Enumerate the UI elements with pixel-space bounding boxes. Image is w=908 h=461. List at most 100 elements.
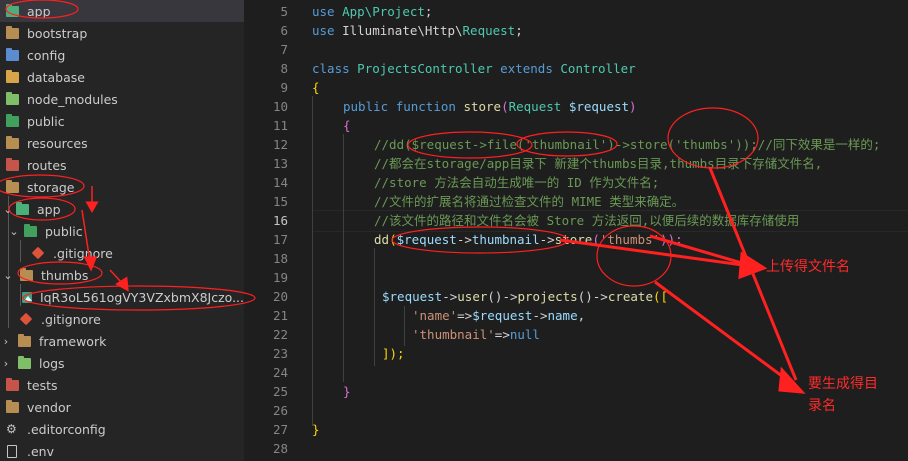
tree-item-gitignore[interactable]: .gitignore (0, 308, 244, 330)
git-icon (31, 246, 45, 260)
tree-item-storage-app-public[interactable]: ⌄ public (0, 220, 244, 242)
chevron-down-icon: ⌄ (9, 224, 19, 238)
tree-item-logs[interactable]: › logs (0, 352, 244, 374)
line-number: 18 (272, 251, 288, 266)
folder-app-icon (16, 201, 29, 215)
folder-node-icon (6, 91, 19, 105)
tree-item-routes[interactable]: routes (0, 154, 244, 176)
tree-item-label: node_modules (27, 91, 118, 107)
tree-item-thumbs[interactable]: ⌄ thumbs (0, 264, 244, 286)
annotation-label-upload: 上传得文件名 (766, 259, 850, 275)
code-line-8: class ProjectsController extends Control… (312, 61, 636, 76)
tree-item-framework[interactable]: › framework (0, 330, 244, 352)
code-line-5: use App\Project; (312, 4, 433, 19)
tree-item-app[interactable]: app (0, 0, 244, 22)
tree-item-public[interactable]: public (0, 110, 244, 132)
folder-routes-icon (6, 157, 19, 171)
line-number: 22 (272, 327, 288, 342)
tree-item-label: .editorconfig (27, 421, 106, 437)
folder-app-icon (6, 3, 19, 17)
code-line-16: //该文件的路径和文件名会被 Store 方法返回,以便后续的数据库存储使用 (374, 213, 800, 228)
folder-logs-icon (18, 355, 31, 369)
git-icon (19, 312, 33, 326)
line-number: 10 (272, 99, 288, 114)
tree-item-storage-app[interactable]: ⌄ app (0, 198, 244, 220)
line-number: 5 (280, 4, 288, 19)
tree-item-label: .gitignore (53, 245, 113, 261)
chevron-down-icon: ⌄ (3, 268, 13, 282)
line-number: 6 (280, 23, 288, 38)
code-line-22: 'thumbnail'=>null (412, 327, 540, 342)
line-number: 9 (280, 80, 288, 95)
tree-item-gitignore[interactable]: .gitignore (0, 242, 244, 264)
line-number: 8 (280, 61, 288, 76)
indent-guide (374, 248, 375, 366)
line-number: 25 (272, 384, 288, 399)
tree-item-bootstrap[interactable]: bootstrap (0, 22, 244, 44)
tree-item-storage[interactable]: storage (0, 176, 244, 198)
tree-item-label: public (27, 113, 65, 129)
line-number: 24 (272, 365, 288, 380)
tree-item-database[interactable]: database (0, 66, 244, 88)
tree-item-vendor[interactable]: vendor (0, 396, 244, 418)
tree-item-label: framework (39, 333, 107, 349)
tree-item-label: IqR3oL561ogVY3VZxbmX8Jczo... (39, 289, 244, 305)
code-line-13: //都会在storage/app目录下 新建个thumbs目录,thumbs目录… (374, 156, 823, 171)
code-line-23: ]); (382, 346, 405, 361)
tree-item-label: thumbs (41, 267, 89, 283)
code-line-27: } (312, 422, 320, 437)
settings-file-icon: ⚙ (6, 422, 17, 436)
tree-item-label: resources (27, 135, 88, 151)
line-number: 21 (272, 308, 288, 323)
chevron-down-icon: ⌄ (3, 202, 13, 216)
folder-tests-icon (6, 377, 19, 391)
code-line-9: { (312, 80, 320, 95)
indent-guide (404, 306, 405, 346)
line-number: 17 (272, 232, 288, 247)
indent-guide (312, 96, 313, 426)
line-number: 27 (272, 422, 288, 437)
tree-item-editorconfig[interactable]: ⚙ .editorconfig (0, 418, 244, 440)
tree-item-label: public (45, 223, 83, 239)
tree-item-node-modules[interactable]: node_modules (0, 88, 244, 110)
file-explorer: app bootstrap config database node_modul… (0, 0, 244, 461)
folder-open-icon (20, 267, 33, 281)
tree-item-label: .gitignore (41, 311, 101, 327)
code-line-12: //dd($request->file('thumbnail')->store(… (374, 137, 881, 152)
tree-item-label: storage (27, 179, 75, 195)
line-number: 14 (272, 175, 288, 190)
code-line-21: 'name'=>$request->name, (412, 308, 586, 323)
tree-item-label: database (27, 69, 85, 85)
tree-item-label: app (27, 3, 51, 19)
code-line-17: dd($request->thumbnail->store('thumbs'))… (374, 232, 683, 247)
tree-item-label: vendor (27, 399, 71, 415)
folder-icon (18, 333, 31, 347)
tree-item-config[interactable]: config (0, 44, 244, 66)
tree-item-thumbnail-file[interactable]: IqR3oL561ogVY3VZxbmX8Jczo... (0, 286, 244, 308)
code-line-11: { (343, 118, 351, 133)
folder-database-icon (6, 69, 19, 83)
code-line-20: $request->user()->projects()->create([ (382, 289, 669, 304)
folder-open-icon (6, 179, 19, 193)
folder-public-icon (24, 223, 37, 237)
folder-public-icon (6, 113, 19, 127)
line-number: 19 (272, 270, 288, 285)
tree-item-label: tests (27, 377, 58, 393)
line-number: 20 (272, 289, 288, 304)
tree-item-resources[interactable]: resources (0, 132, 244, 154)
line-number: 15 (272, 194, 288, 209)
annotation-label-dir-line1: 要生成得目 (808, 376, 878, 392)
line-number: 13 (272, 156, 288, 171)
tree-item-env[interactable]: .env (0, 440, 244, 461)
line-number: 23 (272, 346, 288, 361)
tree-item-label: routes (27, 157, 67, 173)
folder-icon (6, 25, 19, 39)
line-number: 26 (272, 403, 288, 418)
image-file-icon (21, 291, 32, 303)
tree-item-tests[interactable]: tests (0, 374, 244, 396)
chevron-right-icon: › (3, 334, 9, 348)
code-line-6: use Illuminate\Http\Request; (312, 23, 523, 38)
line-number: 7 (280, 42, 288, 57)
code-line-25: } (343, 384, 351, 399)
line-number: 16 (272, 213, 288, 228)
